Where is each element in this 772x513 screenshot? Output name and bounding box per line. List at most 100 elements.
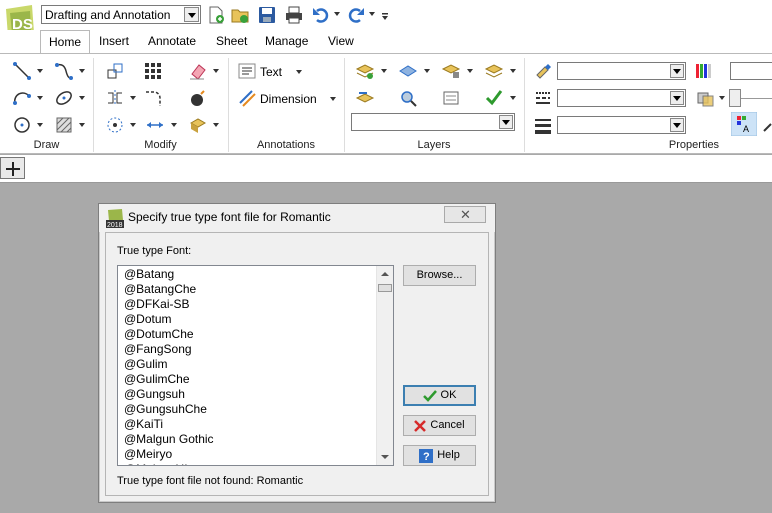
text-dropdown-icon[interactable] (296, 70, 302, 74)
move-icon[interactable] (105, 61, 125, 81)
print-icon[interactable] (284, 5, 304, 25)
layer-off-dropdown-icon[interactable] (510, 69, 516, 73)
close-button[interactable]: ✕ (444, 206, 486, 223)
color-input[interactable] (730, 62, 772, 80)
undo-dropdown-icon[interactable] (334, 12, 340, 16)
color-wheel-icon[interactable] (693, 61, 713, 81)
text-button-label[interactable]: Text (260, 65, 282, 79)
undo-icon[interactable] (311, 5, 331, 25)
font-list-item[interactable]: @Gulim (124, 357, 214, 372)
font-list-item[interactable]: @Meiryo UI (124, 462, 214, 465)
font-list-item[interactable]: @FangSong (124, 342, 214, 357)
redo-icon[interactable] (346, 5, 366, 25)
font-list-item[interactable]: @Malgun Gothic (124, 432, 214, 447)
font-list-item[interactable]: @GungsuhChe (124, 402, 214, 417)
customize-qat-icon[interactable] (380, 5, 390, 25)
layer-state-icon[interactable] (398, 61, 418, 81)
match-properties-icon[interactable] (533, 61, 553, 81)
font-list-item[interactable]: @DotumChe (124, 327, 214, 342)
tab-insert[interactable]: Insert (99, 34, 129, 48)
chevron-down-icon[interactable] (670, 91, 684, 105)
scroll-thumb[interactable] (378, 284, 392, 292)
text-icon[interactable] (237, 61, 257, 81)
layer-previous-icon[interactable] (355, 88, 375, 108)
erase-dropdown-icon[interactable] (213, 69, 219, 73)
tab-annotate[interactable]: Annotate (148, 34, 196, 48)
tab-sheet[interactable]: Sheet (216, 34, 247, 48)
layer-isolate-dropdown-icon[interactable] (467, 69, 473, 73)
tab-view[interactable]: View (328, 34, 354, 48)
font-list-item[interactable]: @Dotum (124, 312, 214, 327)
rotate-dropdown-icon[interactable] (130, 123, 136, 127)
dialog-titlebar[interactable]: 2018 Specify true type font file for Rom… (99, 204, 495, 232)
lineweight-icon[interactable] (533, 115, 553, 135)
ellipse-icon[interactable] (54, 88, 74, 108)
polyline-dropdown-icon[interactable] (79, 69, 85, 73)
linetype-icon[interactable] (533, 88, 553, 108)
chevron-down-icon[interactable] (670, 64, 684, 78)
rotate-icon[interactable] (105, 115, 125, 135)
font-list-item[interactable]: @Meiryo (124, 447, 214, 462)
color-select[interactable] (557, 62, 686, 80)
layer-isolate-icon[interactable] (441, 61, 461, 81)
new-icon[interactable] (206, 5, 226, 25)
lineweight-select[interactable] (557, 116, 686, 134)
text-style-icon[interactable]: A (731, 112, 757, 136)
font-list-item[interactable]: @KaiTi (124, 417, 214, 432)
hatch-icon[interactable] (54, 115, 74, 135)
cancel-button[interactable]: Cancel (403, 415, 476, 436)
font-list-item[interactable]: @Gungsuh (124, 387, 214, 402)
block-dropdown-icon[interactable] (213, 123, 219, 127)
layer-match-icon[interactable] (441, 88, 461, 108)
scroll-up-icon[interactable] (377, 266, 393, 282)
ellipse-dropdown-icon[interactable] (79, 96, 85, 100)
make-current-dropdown-icon[interactable] (510, 96, 516, 100)
ok-button[interactable]: OK (403, 385, 476, 406)
font-list-item[interactable]: @BatangChe (124, 282, 214, 297)
transparency-icon[interactable] (696, 88, 716, 108)
erase-icon[interactable] (188, 61, 208, 81)
redo-dropdown-icon[interactable] (369, 12, 375, 16)
linetype-select[interactable] (557, 89, 686, 107)
arc-icon[interactable] (12, 88, 32, 108)
font-list-item[interactable]: @GulimChe (124, 372, 214, 387)
chevron-down-icon[interactable] (499, 115, 513, 129)
polyline-icon[interactable] (54, 61, 74, 81)
browse-button[interactable]: Browse... (403, 265, 476, 286)
arc-dropdown-icon[interactable] (37, 96, 43, 100)
make-current-icon[interactable] (484, 88, 504, 108)
block-icon[interactable] (188, 115, 208, 135)
mirror-icon[interactable] (105, 88, 125, 108)
transparency-slider[interactable] (729, 89, 741, 107)
stretch-icon[interactable] (145, 115, 165, 135)
layer-manager-dropdown-icon[interactable] (381, 69, 387, 73)
dimension-dropdown-icon[interactable] (330, 97, 336, 101)
help-button[interactable]: ? Help (403, 445, 476, 466)
layer-walk-icon[interactable] (398, 88, 418, 108)
layer-manager-icon[interactable] (355, 61, 375, 81)
stretch-dropdown-icon[interactable] (171, 123, 177, 127)
open-icon[interactable] (230, 5, 250, 25)
scroll-down-icon[interactable] (377, 449, 393, 465)
circle-icon[interactable] (12, 115, 32, 135)
explode-icon[interactable] (188, 88, 208, 108)
array-icon[interactable] (143, 61, 163, 81)
new-document-tab-button[interactable] (0, 157, 25, 179)
font-list-item[interactable]: @Batang (124, 267, 214, 282)
mirror-dropdown-icon[interactable] (130, 96, 136, 100)
line-dropdown-icon[interactable] (37, 69, 43, 73)
layer-select[interactable] (351, 113, 515, 131)
circle-dropdown-icon[interactable] (37, 123, 43, 127)
fillet-icon[interactable] (143, 88, 163, 108)
dimension-icon[interactable] (237, 88, 257, 108)
line-icon[interactable] (12, 61, 32, 81)
workspace-select[interactable]: Drafting and Annotation (41, 5, 201, 24)
hatch-dropdown-icon[interactable] (79, 123, 85, 127)
chevron-down-icon[interactable] (670, 118, 684, 132)
vertical-scrollbar[interactable] (376, 266, 393, 465)
dimension-button-label[interactable]: Dimension (260, 92, 317, 106)
font-list-item[interactable]: @DFKai-SB (124, 297, 214, 312)
layer-off-icon[interactable] (484, 61, 504, 81)
save-icon[interactable] (257, 5, 277, 25)
transparency-dropdown-icon[interactable] (719, 96, 725, 100)
